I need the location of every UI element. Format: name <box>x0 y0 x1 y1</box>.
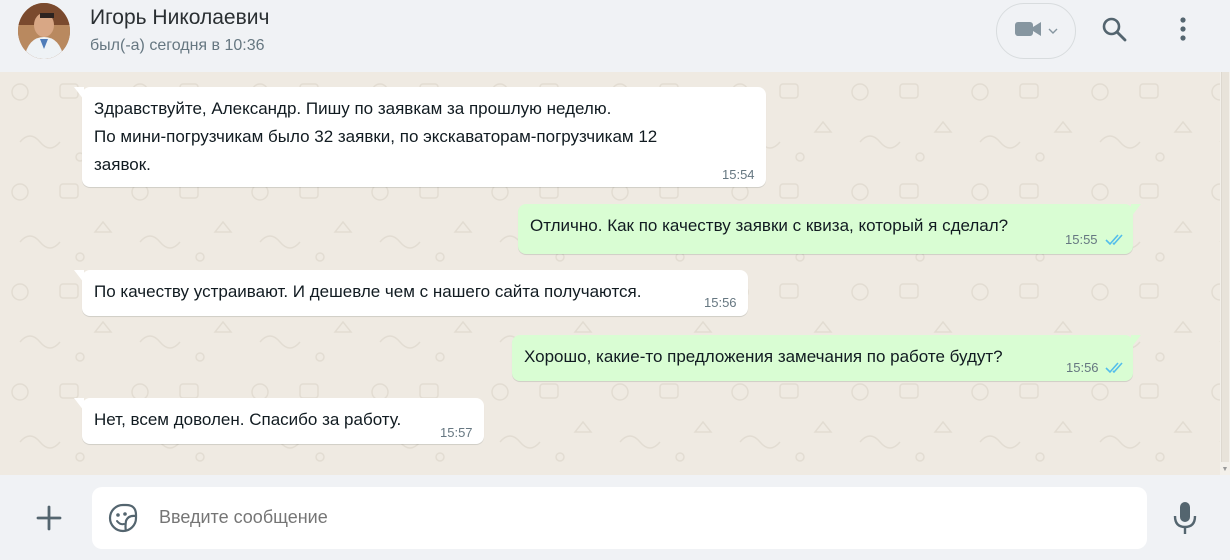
message-time: 15:56 <box>704 295 737 310</box>
search-icon <box>1101 16 1127 47</box>
plus-icon <box>34 505 64 537</box>
message-time: 15:55 <box>1065 232 1098 247</box>
video-call-button[interactable] <box>996 3 1076 59</box>
message-text: Хорошо, какие-то предложения замечания п… <box>524 347 1003 366</box>
more-vertical-icon <box>1180 16 1186 46</box>
bubble-tail <box>74 270 84 283</box>
voice-message-button[interactable] <box>1170 500 1200 536</box>
bubble-tail <box>74 87 84 100</box>
message-input[interactable] <box>159 507 1059 528</box>
video-call-icon <box>1014 19 1042 44</box>
message-input-box[interactable] <box>92 487 1147 549</box>
message-incoming[interactable]: По качеству устраивают. И дешевле чем с … <box>74 270 748 316</box>
message-text: Здравствуйте, Александр. Пишу по заявкам… <box>94 99 658 174</box>
chevron-down-icon <box>1048 22 1058 40</box>
message-text: Отлично. Как по качеству заявки с квиза,… <box>530 216 1009 235</box>
composer-bar <box>0 475 1230 560</box>
chat-header: Игорь Николаевич был(-а) сегодня в 10:36 <box>0 0 1230 72</box>
message-outgoing[interactable]: Отлично. Как по качеству заявки с квиза,… <box>518 204 1141 254</box>
message-list[interactable]: Здравствуйте, Александр. Пишу по заявкам… <box>0 72 1230 475</box>
menu-button[interactable] <box>1168 14 1198 48</box>
message-incoming[interactable]: Нет, всем доволен. Спасибо за работу. 15… <box>74 398 484 444</box>
message-text: Нет, всем доволен. Спасибо за работу. <box>94 410 402 429</box>
chat-scrollbar[interactable]: ▼ <box>1220 72 1230 475</box>
search-button[interactable] <box>1099 14 1129 48</box>
message-outgoing[interactable]: Хорошо, какие-то предложения замечания п… <box>512 335 1141 381</box>
message-time: 15:54 <box>722 167 755 182</box>
microphone-icon <box>1170 502 1200 540</box>
scroll-down-arrow-icon[interactable]: ▼ <box>1221 466 1229 473</box>
bubble-tail <box>1131 204 1141 217</box>
last-seen-status: был(-а) сегодня в 10:36 <box>90 37 265 54</box>
message-text: По качеству устраивают. И дешевле чем с … <box>94 282 642 301</box>
sticker-icon <box>108 503 138 537</box>
contact-avatar[interactable] <box>18 3 70 59</box>
scrollbar-thumb[interactable] <box>1221 72 1229 462</box>
message-time: 15:56 <box>1066 360 1099 375</box>
message-time: 15:57 <box>440 425 473 440</box>
contact-name[interactable]: Игорь Николаевич <box>90 6 269 30</box>
attach-button[interactable] <box>34 503 64 533</box>
message-incoming[interactable]: Здравствуйте, Александр. Пишу по заявкам… <box>74 87 766 187</box>
bubble-tail <box>74 398 84 411</box>
read-ticks-icon <box>1105 234 1123 246</box>
sticker-button[interactable] <box>108 503 138 533</box>
read-ticks-icon <box>1105 362 1123 374</box>
bubble-tail <box>1131 335 1141 348</box>
